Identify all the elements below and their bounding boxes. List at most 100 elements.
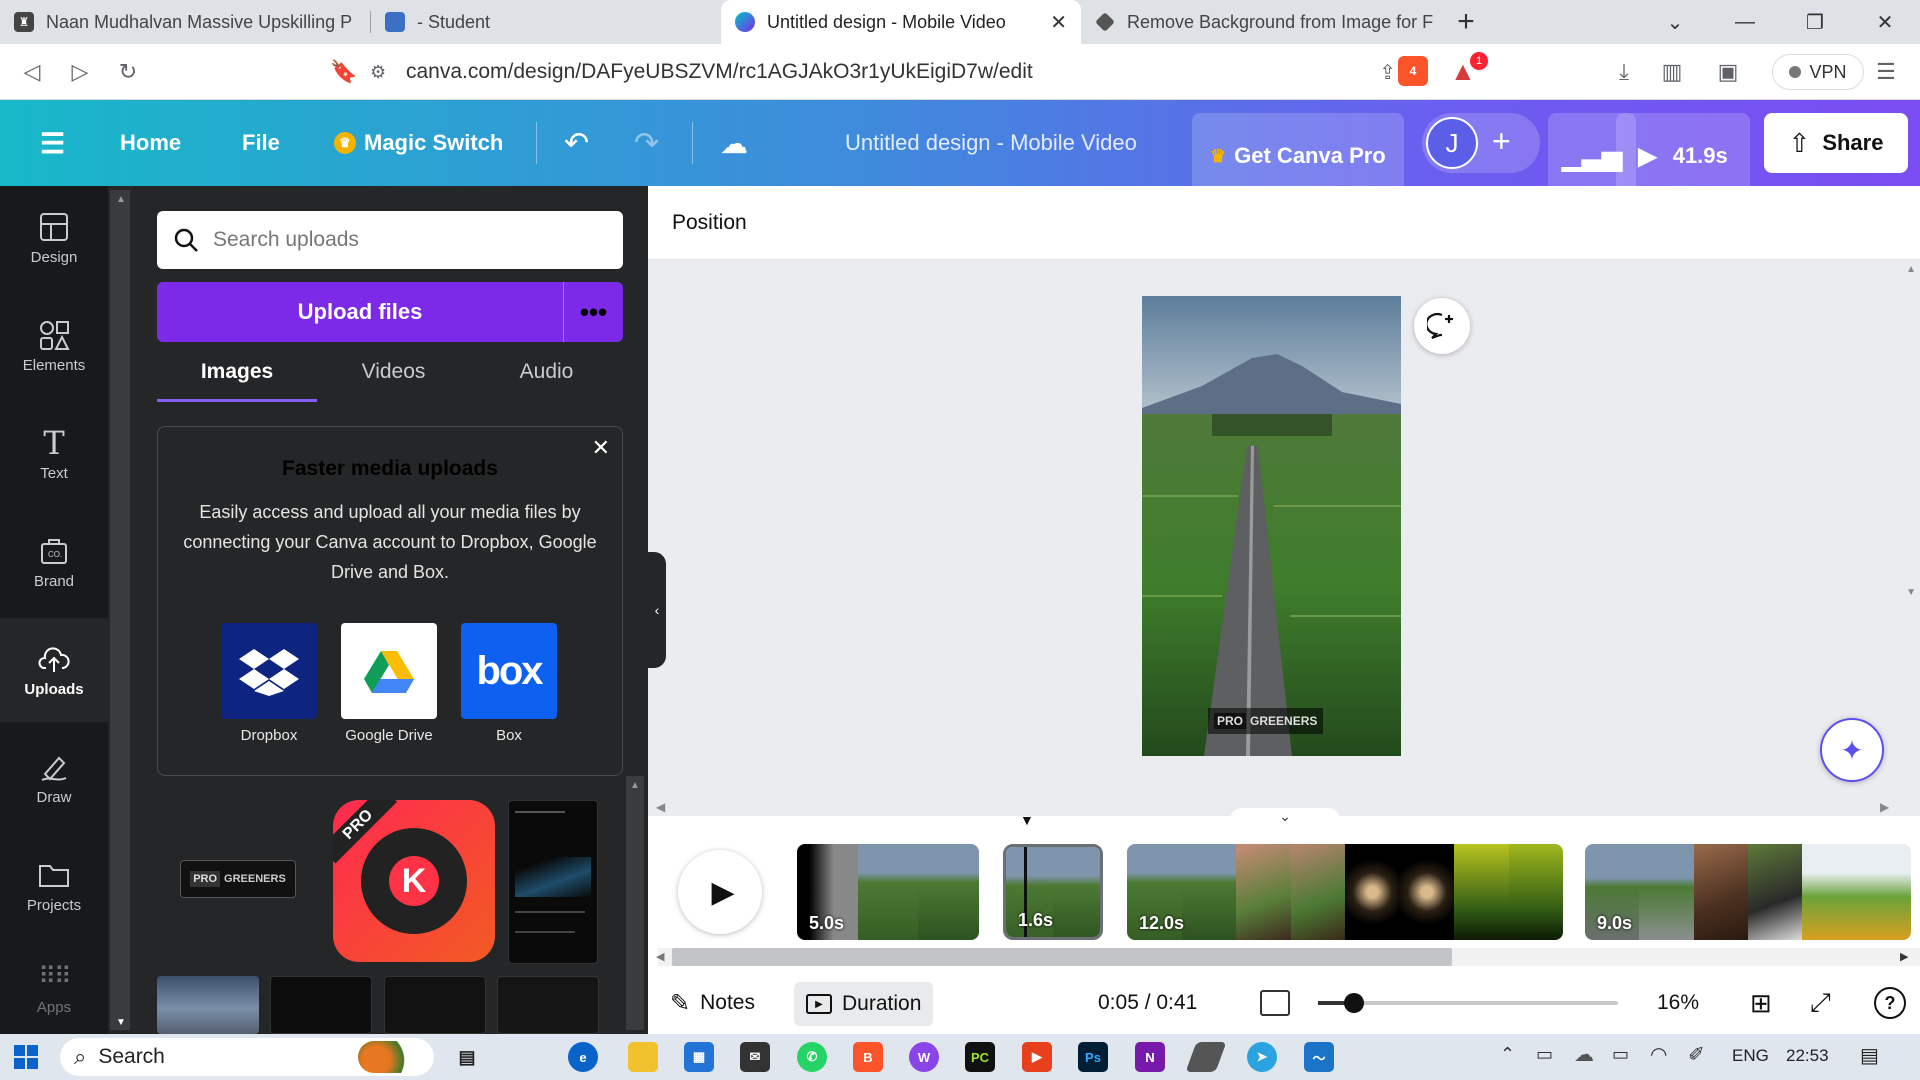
scroll-right-icon[interactable]: ▶ bbox=[1880, 800, 1889, 814]
app-icon[interactable] bbox=[1185, 1042, 1227, 1072]
edge-browser-icon[interactable]: e bbox=[568, 1042, 598, 1072]
vpn-app-icon[interactable]: W bbox=[909, 1042, 939, 1072]
notifications-icon[interactable]: ▤ bbox=[1860, 1043, 1879, 1068]
tray-device-icon[interactable]: ▭ bbox=[1536, 1044, 1553, 1065]
close-window-icon[interactable]: ✕ bbox=[1850, 10, 1920, 35]
position-button[interactable]: Position bbox=[672, 211, 747, 235]
task-view-icon[interactable]: ▤ bbox=[452, 1042, 482, 1072]
timeline-play-button[interactable]: ▶ bbox=[678, 850, 762, 934]
clock[interactable]: 22:53 bbox=[1786, 1046, 1829, 1066]
rail-item-draw[interactable]: Draw bbox=[0, 726, 108, 830]
microsoft-store-icon[interactable]: ▦ bbox=[684, 1042, 714, 1072]
upload-thumbnail-screenshot[interactable] bbox=[384, 976, 486, 1034]
whatsapp-icon[interactable]: ✆ bbox=[797, 1042, 827, 1072]
bookmark-icon[interactable]: 🔖 bbox=[320, 59, 368, 85]
windows-start-icon[interactable] bbox=[14, 1045, 38, 1069]
brave-browser-icon[interactable]: B bbox=[853, 1042, 883, 1072]
zoom-slider[interactable] bbox=[1318, 993, 1618, 1013]
rail-item-text[interactable]: T Text bbox=[0, 402, 108, 506]
upload-thumbnail-logo[interactable]: PRO GREENERS bbox=[180, 860, 296, 898]
share-button[interactable]: ⇧ Share bbox=[1764, 113, 1908, 173]
forward-icon[interactable]: ▷ bbox=[56, 59, 104, 85]
battery-icon[interactable]: ▭ bbox=[1612, 1044, 1629, 1065]
zoom-level[interactable]: 16% bbox=[1657, 991, 1699, 1015]
share-page-icon[interactable]: ⇪ bbox=[1379, 60, 1396, 85]
timeline-scroll-left-icon[interactable]: ◀ bbox=[656, 950, 664, 963]
design-page-video[interactable]: PRO GREENERS bbox=[1142, 296, 1401, 756]
pycharm-icon[interactable]: PC bbox=[965, 1042, 995, 1072]
language-indicator[interactable]: ENG bbox=[1732, 1046, 1769, 1066]
vpn-button[interactable]: VPN bbox=[1772, 54, 1864, 90]
add-comment-button[interactable] bbox=[1414, 298, 1470, 354]
timeline-clip[interactable]: 12.0s bbox=[1127, 844, 1563, 940]
browser-tab[interactable]: Remove Background from Image for F bbox=[1081, 0, 1441, 44]
browser-tab-active[interactable]: Untitled design - Mobile Video ✕ bbox=[721, 0, 1081, 44]
upload-thumbnail-screenshot[interactable] bbox=[270, 976, 372, 1034]
scroll-left-icon[interactable]: ◀ bbox=[656, 800, 665, 814]
timeline-scrollbar[interactable] bbox=[672, 948, 1452, 966]
upload-thumbnail-kinemaster[interactable]: PRO K bbox=[333, 800, 495, 962]
dropbox-connector[interactable]: Dropbox bbox=[221, 623, 317, 744]
timeline-clip[interactable]: 5.0s bbox=[797, 844, 979, 940]
upload-thumbnail-screenshot[interactable] bbox=[497, 976, 599, 1034]
undo-icon[interactable]: ↶ bbox=[564, 100, 589, 186]
rail-item-brand[interactable]: CO. Brand bbox=[0, 510, 108, 614]
rail-item-projects[interactable]: Projects bbox=[0, 834, 108, 938]
redo-icon[interactable]: ↷ bbox=[634, 100, 659, 186]
home-button[interactable]: Home bbox=[120, 100, 181, 186]
tab-search-chevron-icon[interactable]: ⌄ bbox=[1640, 10, 1710, 35]
wifi-icon[interactable]: ◠ bbox=[1650, 1042, 1667, 1067]
monitor-app-icon[interactable]: 〜 bbox=[1304, 1042, 1334, 1072]
media-player-icon[interactable]: ▶ bbox=[1022, 1042, 1052, 1072]
onedrive-icon[interactable]: ☁ bbox=[1574, 1042, 1594, 1067]
magic-assistant-button[interactable]: ✦ bbox=[1820, 718, 1884, 782]
tray-expand-icon[interactable]: ⌃ bbox=[1500, 1044, 1515, 1065]
zoom-slider-thumb[interactable] bbox=[1344, 993, 1364, 1013]
rail-item-design[interactable]: Design bbox=[0, 186, 108, 290]
upload-thumbnail-screenshot[interactable] bbox=[508, 800, 598, 964]
avatar[interactable]: J bbox=[1426, 117, 1478, 169]
browser-tab[interactable]: ♜ Naan Mudhalvan Massive Upskilling P bbox=[0, 0, 370, 44]
menu-icon[interactable]: ☰ bbox=[1862, 59, 1910, 85]
close-tab-icon[interactable]: ✕ bbox=[1050, 10, 1067, 35]
file-explorer-icon[interactable] bbox=[628, 1042, 658, 1072]
rail-item-elements[interactable]: Elements bbox=[0, 294, 108, 398]
new-tab-icon[interactable]: + bbox=[1441, 5, 1491, 39]
reload-icon[interactable]: ↻ bbox=[104, 59, 152, 85]
page-view-icon[interactable] bbox=[1260, 990, 1290, 1016]
design-title[interactable]: Untitled design - Mobile Video bbox=[845, 100, 1137, 186]
minimize-icon[interactable]: — bbox=[1710, 11, 1780, 34]
duration-button[interactable]: ▶ Duration bbox=[794, 982, 934, 1026]
cloud-saved-icon[interactable]: ☁ bbox=[720, 100, 748, 186]
tab-videos[interactable]: Videos bbox=[317, 352, 470, 402]
search-uploads-field[interactable]: Search uploads bbox=[157, 211, 623, 269]
help-icon[interactable]: ? bbox=[1874, 987, 1906, 1019]
brave-shields-icon[interactable]: 4 bbox=[1398, 56, 1428, 86]
telegram-icon[interactable]: ➤ bbox=[1247, 1042, 1277, 1072]
rail-item-uploads[interactable]: Uploads bbox=[0, 618, 108, 722]
playhead-marker-icon[interactable]: ▼ bbox=[1020, 812, 1034, 828]
fullscreen-icon[interactable]: ⤢ bbox=[1810, 987, 1831, 1019]
site-info-icon[interactable]: ⚙ bbox=[370, 62, 406, 83]
downloads-icon[interactable]: ⤓ bbox=[1600, 59, 1648, 85]
pen-menu-icon[interactable]: ✐ bbox=[1688, 1042, 1705, 1067]
file-menu-button[interactable]: File bbox=[242, 100, 280, 186]
tab-audio[interactable]: Audio bbox=[470, 352, 623, 402]
add-collaborator-icon[interactable]: + bbox=[1492, 123, 1511, 160]
more-options-icon[interactable]: ••• bbox=[563, 282, 623, 342]
upload-files-button[interactable]: Upload files bbox=[157, 282, 563, 342]
panel-scrollbar[interactable]: ▲ ▼ bbox=[110, 190, 130, 1030]
box-connector[interactable]: box Box bbox=[461, 623, 557, 744]
collapse-panel-handle[interactable]: ‹ bbox=[648, 552, 666, 668]
back-icon[interactable]: ◁ bbox=[8, 59, 56, 85]
mail-icon[interactable]: ✉ bbox=[740, 1042, 770, 1072]
browser-tab[interactable]: - Student bbox=[371, 0, 721, 44]
upload-thumbnail-screenshot[interactable] bbox=[157, 976, 259, 1034]
onenote-icon[interactable]: N bbox=[1135, 1042, 1165, 1072]
magic-switch-button[interactable]: ♛ Magic Switch bbox=[334, 100, 503, 186]
hamburger-menu-icon[interactable]: ☰ bbox=[40, 100, 65, 186]
photoshop-icon[interactable]: Ps bbox=[1078, 1042, 1108, 1072]
timeline-clip-selected[interactable]: 1.6s bbox=[1003, 844, 1103, 940]
restore-icon[interactable]: ❐ bbox=[1780, 10, 1850, 35]
timeline-clip[interactable]: 9.0s bbox=[1585, 844, 1911, 940]
